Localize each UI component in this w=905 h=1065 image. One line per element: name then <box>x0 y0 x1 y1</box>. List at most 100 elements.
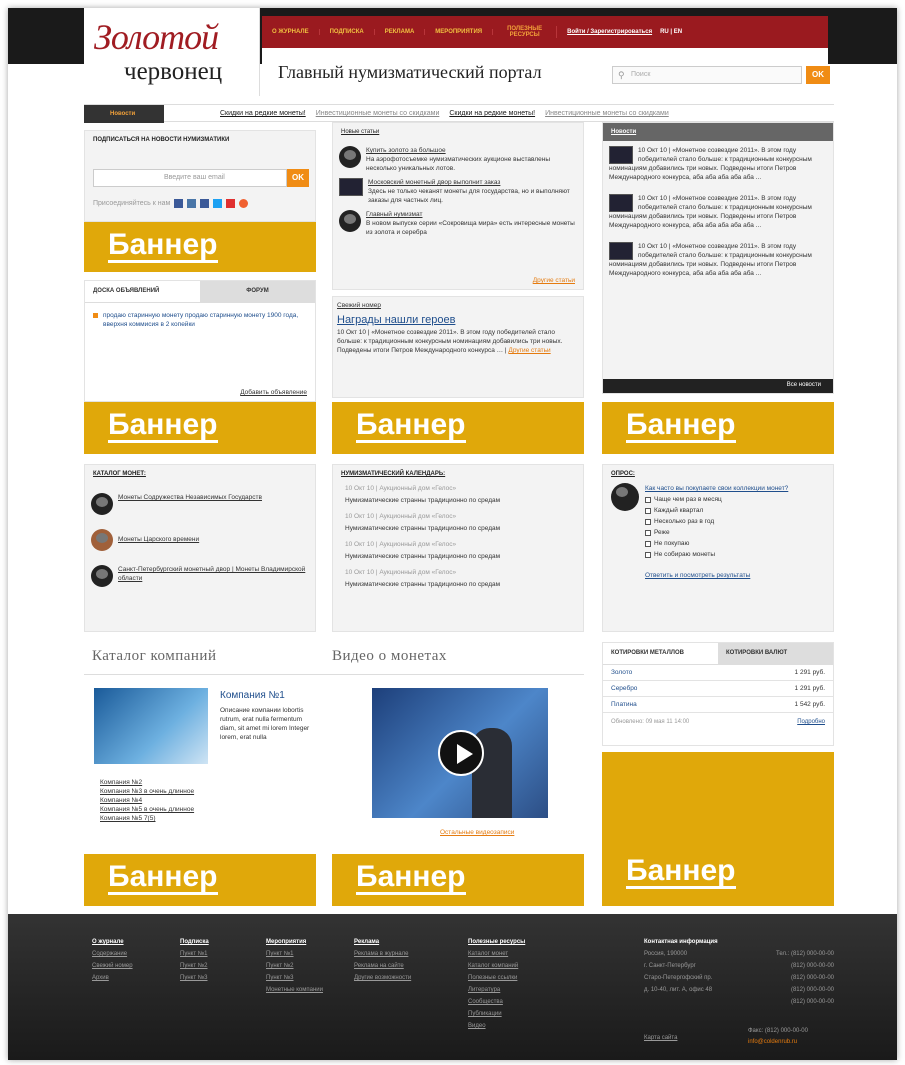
calendar-text[interactable]: Нумизматические странны традиционно по с… <box>345 523 571 535</box>
footer-link[interactable]: Реклама в журнале <box>354 948 411 960</box>
banner[interactable]: Баннер <box>84 222 316 272</box>
tab-forum[interactable]: Форум <box>200 281 315 302</box>
search-input[interactable]: ⚲ Поиск <box>612 66 802 84</box>
tab-board[interactable]: Доска объявлений <box>85 281 200 302</box>
news-ticker-tab[interactable]: Новости <box>84 105 164 123</box>
poll-option[interactable]: Несколько раз в год <box>645 516 788 527</box>
checkbox-icon[interactable] <box>645 529 651 536</box>
tab-metal-quotes[interactable]: Котировки металлов <box>603 643 718 664</box>
ticker-item[interactable]: Инвестиционные монеты со скидками <box>316 110 440 117</box>
company-name[interactable]: Компания №1 <box>220 690 285 701</box>
checkbox-icon[interactable] <box>645 551 651 558</box>
footer-link[interactable]: Свежий номер <box>92 960 133 972</box>
footer-link[interactable]: Пункт №3 <box>266 972 323 984</box>
lj-icon[interactable] <box>187 199 197 208</box>
footer-link[interactable]: Содержание <box>92 948 133 960</box>
tab-currency-quotes[interactable]: Котировки валют <box>718 643 833 664</box>
board-post[interactable]: продаю старинную монету продаю старинную… <box>103 311 307 329</box>
banner[interactable]: Баннер <box>84 854 316 906</box>
footer-link[interactable]: Другие возможности <box>354 972 411 984</box>
more-articles-link[interactable]: Другие статьи <box>533 276 575 285</box>
banner[interactable]: Баннер <box>602 402 834 454</box>
banner[interactable]: Баннер <box>84 402 316 454</box>
menu-item-about[interactable]: О журнале <box>262 29 320 35</box>
footer-link[interactable]: Реклама на сайте <box>354 960 411 972</box>
company-list-item[interactable]: Компания №5 в очень длинное <box>100 805 194 814</box>
calendar-text[interactable]: Нумизматические странны традиционно по с… <box>345 495 571 507</box>
footer-link[interactable]: Каталог монет <box>468 948 525 960</box>
checkbox-icon[interactable] <box>645 496 651 503</box>
menu-item-subscribe[interactable]: Подписка <box>320 29 375 35</box>
company-image[interactable] <box>94 688 208 764</box>
search-button[interactable]: OK <box>806 66 830 84</box>
subscribe-button[interactable]: OK <box>287 169 309 187</box>
email-field[interactable]: Введите ваш email <box>93 169 287 187</box>
poll-option[interactable]: Не покупаю <box>645 538 788 549</box>
calendar-text[interactable]: Нумизматические странны традиционно по с… <box>345 551 571 563</box>
play-icon[interactable] <box>438 730 484 776</box>
footer-link[interactable]: Полезные ссылки <box>468 972 525 984</box>
catalog-item[interactable]: Монеты Содружества Независимых Государст… <box>118 493 262 515</box>
footer-link[interactable]: Каталог компаний <box>468 960 525 972</box>
more-videos-link[interactable]: Остальные видеозаписи <box>440 828 514 837</box>
footer-heading[interactable]: Мероприятия <box>266 936 323 948</box>
calendar-text[interactable]: Нумизматические странны традиционно по с… <box>345 579 571 591</box>
footer-link[interactable]: Пункт №1 <box>266 948 323 960</box>
poll-option[interactable]: Чаще чем раз в месяц <box>645 494 788 505</box>
poll-option[interactable]: Реже <box>645 527 788 538</box>
video-player[interactable] <box>372 688 548 818</box>
twitter-icon[interactable] <box>213 199 223 208</box>
catalog-item[interactable]: Монеты Царского времени <box>118 529 199 551</box>
footer-link[interactable]: Публикации <box>468 1008 525 1020</box>
checkbox-icon[interactable] <box>645 540 651 547</box>
footer-heading[interactable]: Полезные ресурсы <box>468 936 525 948</box>
checkbox-icon[interactable] <box>645 518 651 525</box>
banner[interactable]: Баннер <box>332 854 584 906</box>
article-link[interactable]: Купить золото за большое <box>366 146 577 155</box>
recent-more-link[interactable]: Другие статьи <box>508 347 550 354</box>
poll-vote-link[interactable]: Ответить и посмотреть результаты <box>645 570 788 581</box>
poll-option[interactable]: Не собираю монеты <box>645 549 788 560</box>
facebook-icon[interactable] <box>200 199 210 208</box>
footer-link[interactable]: Пункт №3 <box>180 972 209 984</box>
footer-heading[interactable]: Подписка <box>180 936 209 948</box>
add-post-link[interactable]: Добавить объявление <box>240 388 307 397</box>
footer-link[interactable]: Архив <box>92 972 133 984</box>
company-list-item[interactable]: Компания №5 7(5) <box>100 814 194 823</box>
login-link[interactable]: Войти / Зарегистрироваться <box>567 29 652 35</box>
recent-headline[interactable]: Награды нашли героев <box>333 310 583 328</box>
ticker-item[interactable]: Скидки на редкие монеты! <box>449 110 535 117</box>
checkbox-icon[interactable] <box>645 507 651 514</box>
all-news-button[interactable]: Все новости <box>603 379 833 393</box>
rss-icon[interactable] <box>239 199 249 208</box>
banner[interactable]: Баннер <box>332 402 584 454</box>
footer-link[interactable]: Монетные компании <box>266 984 323 996</box>
menu-item-resources[interactable]: Полезные ресурсы <box>493 26 558 38</box>
language-switch[interactable]: RU | EN <box>660 29 682 35</box>
vk-icon[interactable] <box>174 199 184 208</box>
footer-heading[interactable]: Реклама <box>354 936 411 948</box>
sitemap-link[interactable]: Карта сайта <box>644 1032 677 1044</box>
youtube-icon[interactable] <box>226 199 236 208</box>
news-item[interactable]: 10 Окт 10 | «Монетное созвездие 2011». В… <box>609 195 812 229</box>
banner[interactable]: Баннер <box>602 752 834 906</box>
company-list-item[interactable]: Компания №4 <box>100 796 194 805</box>
news-item[interactable]: 10 Окт 10 | «Монетное созвездие 2011». В… <box>609 243 812 277</box>
footer-link[interactable]: Пункт №2 <box>266 960 323 972</box>
company-list-item[interactable]: Компания №2 <box>100 778 194 787</box>
footer-link[interactable]: Сообщества <box>468 996 525 1008</box>
company-list-item[interactable]: Компания №3 в очень длинное <box>100 787 194 796</box>
article-link[interactable]: Главный нумизмат <box>366 210 577 219</box>
ticker-item[interactable]: Скидки на редкие монеты! <box>220 110 306 117</box>
footer-link[interactable]: Видео <box>468 1020 525 1032</box>
poll-option[interactable]: Каждый квартал <box>645 505 788 516</box>
catalog-item[interactable]: Санкт-Петербургский монетный двор | Моне… <box>118 565 309 587</box>
footer-link[interactable]: Пункт №1 <box>180 948 209 960</box>
footer-heading[interactable]: О журнале <box>92 936 133 948</box>
email-link[interactable]: info@coldenrub.ru <box>748 1037 808 1048</box>
quotes-more-link[interactable]: Подробно <box>797 719 825 725</box>
menu-item-events[interactable]: Мероприятия <box>425 29 494 35</box>
news-item[interactable]: 10 Окт 10 | «Монетное созвездие 2011». В… <box>609 147 812 181</box>
menu-item-ads[interactable]: Реклама <box>375 29 426 35</box>
article-link[interactable]: Московский монетный двор выполнит заказ <box>368 178 577 187</box>
